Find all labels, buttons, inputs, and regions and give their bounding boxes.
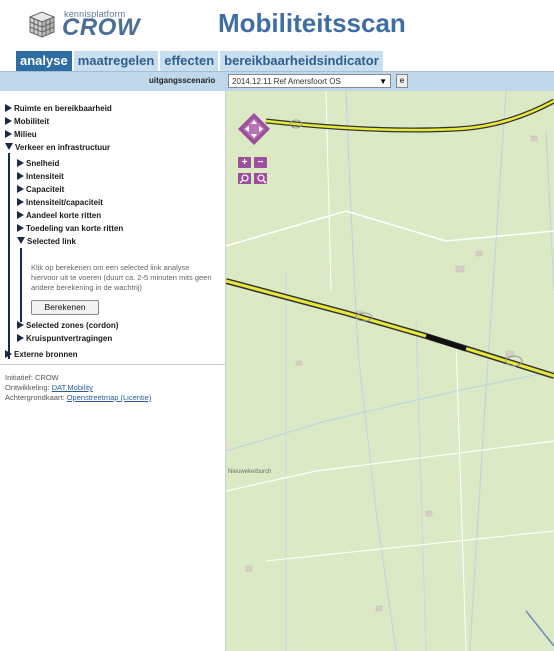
tree-item-label: Mobiliteit bbox=[14, 117, 50, 126]
tree-item-capaciteit[interactable]: Capaciteit bbox=[17, 184, 64, 196]
tree-item-selected-link[interactable]: Selected link bbox=[17, 236, 76, 248]
tree-item-label: Verkeer en infrastructuur bbox=[15, 143, 111, 152]
credit-label: Ontwikkeling: bbox=[5, 383, 50, 392]
tree-item-label: Milieu bbox=[14, 130, 37, 139]
page-title: Mobiliteitsscan bbox=[218, 8, 406, 38]
divider bbox=[0, 364, 225, 365]
tree-item-selected-zones[interactable]: Selected zones (cordon) bbox=[17, 320, 118, 332]
tree-line bbox=[8, 153, 10, 359]
tree-item-intensiteit-capaciteit[interactable]: Intensiteit/capaciteit bbox=[17, 197, 103, 209]
expand-arrow-icon bbox=[17, 321, 24, 329]
credit-achtergrond: Achtergrondkaart: Openstreetmap (Licenti… bbox=[5, 393, 151, 403]
scenario-edit-button[interactable]: e bbox=[396, 74, 408, 88]
openstreetmap-link[interactable]: Openstreetmap (Licentie) bbox=[67, 393, 152, 402]
credit-initiatief: Initiatief: CROW bbox=[5, 373, 59, 382]
zoom-out-icon[interactable]: − bbox=[254, 157, 267, 168]
berekenen-button[interactable]: Berekenen bbox=[31, 300, 99, 315]
tree-item-milieu[interactable]: Milieu bbox=[5, 129, 37, 141]
zoom-box-out-icon[interactable] bbox=[254, 173, 267, 184]
tree-item-kruispunt[interactable]: Kruispuntvertragingen bbox=[17, 333, 112, 345]
tab-effecten[interactable]: effecten bbox=[160, 51, 219, 71]
zoom-box-in-icon[interactable] bbox=[238, 173, 251, 184]
collapse-arrow-icon bbox=[17, 237, 25, 244]
map-view[interactable]: Nieuwekerburch bbox=[226, 91, 554, 651]
expand-arrow-icon bbox=[17, 172, 24, 180]
tree-item-label: Aandeel korte ritten bbox=[26, 211, 102, 220]
credit-label: Achtergrondkaart: bbox=[5, 393, 65, 402]
expand-arrow-icon bbox=[17, 211, 24, 219]
tab-maatregelen[interactable]: maatregelen bbox=[73, 51, 159, 71]
tree-item-label: Ruimte en bereikbaarheid bbox=[14, 104, 112, 113]
scenario-value: 2014.12.11 Ref Amersfoort OS bbox=[232, 77, 341, 86]
tree-item-label: Intensiteit bbox=[26, 172, 64, 181]
tab-bereikbaarheidsindicator[interactable]: bereikbaarheidsindicator bbox=[220, 51, 383, 71]
logo-text: CROW bbox=[62, 14, 140, 41]
expand-arrow-icon bbox=[17, 334, 24, 342]
tree-item-label: Capaciteit bbox=[26, 185, 65, 194]
tree-item-intensiteit[interactable]: Intensiteit bbox=[17, 171, 64, 183]
tree-line bbox=[20, 248, 22, 322]
tree-item-label: Toedeling van korte ritten bbox=[26, 224, 124, 233]
tree-item-label: Selected link bbox=[27, 237, 76, 246]
expand-arrow-icon bbox=[5, 117, 12, 125]
sidebar: Ruimte en bereikbaarheid Mobiliteit Mili… bbox=[0, 91, 226, 651]
credit-ontwikkeling: Ontwikkeling: DAT.Mobility bbox=[5, 383, 93, 393]
expand-arrow-icon bbox=[5, 104, 12, 112]
scenario-bar: uitgangsscenario 2014.12.11 Ref Amersfoo… bbox=[0, 71, 554, 91]
tree-item-label: Kruispuntvertragingen bbox=[26, 334, 113, 343]
selected-link-info: Klik op berekenen om een selected link a… bbox=[31, 263, 212, 292]
expand-arrow-icon bbox=[17, 185, 24, 193]
pan-control-icon[interactable] bbox=[238, 113, 270, 145]
main-tabs: analyse maatregelen effecten bereikbaarh… bbox=[16, 51, 385, 71]
zoom-in-icon[interactable]: + bbox=[238, 157, 251, 168]
header: kennisplatform CROW Mobiliteitsscan bbox=[0, 0, 554, 50]
expand-arrow-icon bbox=[17, 159, 24, 167]
scenario-select[interactable]: 2014.12.11 Ref Amersfoort OS ▼ bbox=[228, 74, 391, 88]
tree-item-label: Intensiteit/capaciteit bbox=[26, 198, 103, 207]
expand-arrow-icon bbox=[5, 130, 12, 138]
tree-item-label: Externe bronnen bbox=[14, 350, 78, 359]
expand-arrow-icon bbox=[17, 224, 24, 232]
tree-item-toedeling[interactable]: Toedeling van korte ritten bbox=[17, 223, 123, 235]
scenario-label: uitgangsscenario bbox=[149, 76, 216, 85]
tree-item-ruimte[interactable]: Ruimte en bereikbaarheid bbox=[5, 103, 112, 115]
map-canvas bbox=[226, 91, 554, 651]
collapse-arrow-icon bbox=[5, 143, 13, 150]
tree-item-label: Selected zones (cordon) bbox=[26, 321, 119, 330]
crow-cube-icon bbox=[28, 11, 56, 38]
tree-item-mobiliteit[interactable]: Mobiliteit bbox=[5, 116, 49, 128]
tree-item-aandeel[interactable]: Aandeel korte ritten bbox=[17, 210, 101, 222]
tree-item-verkeer[interactable]: Verkeer en infrastructuur bbox=[5, 142, 110, 154]
tab-analyse[interactable]: analyse bbox=[16, 51, 72, 71]
tree-item-label: Snelheid bbox=[26, 159, 60, 168]
tree-item-externe[interactable]: Externe bronnen bbox=[5, 349, 78, 361]
expand-arrow-icon bbox=[17, 198, 24, 206]
map-place-label: Nieuwekerburch bbox=[228, 469, 272, 475]
expand-arrow-icon bbox=[5, 350, 12, 358]
tree-item-snelheid[interactable]: Snelheid bbox=[17, 158, 59, 170]
dropdown-arrow-icon: ▼ bbox=[379, 77, 387, 86]
dat-mobility-link[interactable]: DAT.Mobility bbox=[52, 383, 93, 392]
